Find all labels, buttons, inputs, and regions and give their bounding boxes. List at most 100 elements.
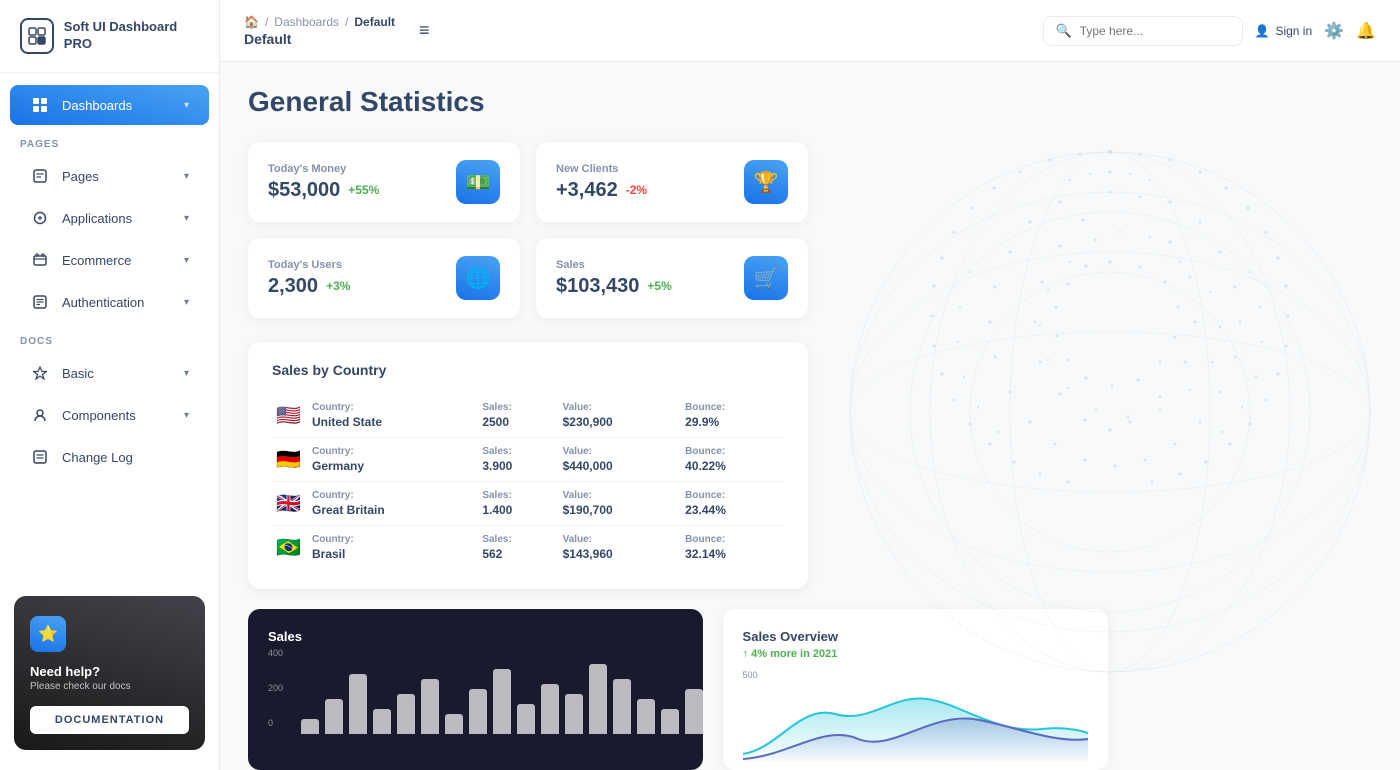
sidebar-logo: Soft UI Dashboard PRO — [0, 0, 219, 73]
menu-toggle-button[interactable]: ≡ — [419, 20, 430, 41]
bar — [613, 679, 631, 734]
stat-icon-sales: 🛒 — [744, 256, 788, 300]
search-icon: 🔍 — [1056, 23, 1072, 39]
chevron-auth-icon: ▾ — [184, 297, 189, 308]
stat-card-users: Today's Users 2,300 +3% 🌐 — [248, 238, 520, 318]
bar — [301, 719, 319, 734]
country-name-cell: Country: Germany — [308, 438, 478, 482]
table-row: 🇧🇷 Country: Brasil Sales: 562 Value: $14… — [272, 526, 784, 570]
stat-label-users: Today's Users — [268, 259, 350, 271]
stat-info-money: Today's Money $53,000 +55% — [268, 163, 379, 202]
country-flag: 🇩🇪 — [272, 438, 308, 482]
sidebar-item-changelog[interactable]: Change Log — [10, 437, 209, 477]
sidebar-item-components[interactable]: Components ▾ — [10, 395, 209, 435]
country-value-cell: Value: $440,000 — [559, 438, 682, 482]
stat-info-clients: New Clients +3,462 -2% — [556, 163, 647, 202]
country-sales-cell: Sales: 2500 — [478, 394, 558, 438]
stat-change-sales: +5% — [647, 279, 671, 293]
dashboards-icon — [30, 95, 50, 115]
stat-change-clients: -2% — [626, 183, 647, 197]
bar — [517, 704, 535, 734]
stats-grid: Today's Money $53,000 +55% 💵 New Clients… — [248, 142, 808, 318]
components-icon — [30, 405, 50, 425]
country-bounce-cell: Bounce: 23.44% — [681, 482, 784, 526]
help-title: Need help? — [30, 664, 189, 679]
sidebar-item-pages[interactable]: Pages ▾ — [10, 156, 209, 196]
sidebar-pages-label: Pages — [62, 169, 99, 184]
sidebar-item-dashboards[interactable]: Dashboards ▾ — [10, 85, 209, 125]
stat-label-sales: Sales — [556, 259, 672, 271]
help-subtitle: Please check our docs — [30, 681, 189, 692]
sidebar-changelog-label: Change Log — [62, 450, 133, 465]
bar — [349, 674, 367, 734]
sales-overview-title: Sales Overview — [743, 629, 1088, 644]
sidebar: Soft UI Dashboard PRO Dashboards ▾ PAGES… — [0, 0, 220, 770]
search-input[interactable] — [1080, 24, 1230, 38]
topbar-right: 🔍 👤 Sign in ⚙️ 🔔 — [1043, 16, 1377, 46]
stat-label-clients: New Clients — [556, 163, 647, 175]
chevron-ecommerce-icon: ▾ — [184, 255, 189, 266]
chevron-applications-icon: ▾ — [184, 213, 189, 224]
sidebar-item-applications[interactable]: Applications ▾ — [10, 198, 209, 238]
breadcrumb-dashboards[interactable]: Dashboards — [274, 15, 339, 29]
chevron-down-icon: ▾ — [184, 100, 189, 111]
sidebar-dashboards-label: Dashboards — [62, 98, 132, 113]
pages-section-label: PAGES — [0, 127, 219, 154]
settings-icon[interactable]: ⚙️ — [1324, 21, 1344, 41]
stat-icon-money: 💵 — [456, 160, 500, 204]
stat-label-money: Today's Money — [268, 163, 379, 175]
bar — [637, 699, 655, 734]
docs-section-label: DOCS — [0, 324, 219, 351]
notifications-icon[interactable]: 🔔 — [1356, 21, 1376, 41]
sales-by-country-title: Sales by Country — [272, 362, 784, 378]
app-name: Soft UI Dashboard PRO — [64, 19, 199, 53]
table-row: 🇺🇸 Country: United State Sales: 2500 Val… — [272, 394, 784, 438]
bar — [445, 714, 463, 734]
home-icon[interactable]: 🏠 — [244, 15, 259, 29]
bar-y-axis: 400 200 0 — [268, 648, 283, 728]
bar — [493, 669, 511, 734]
bar — [325, 699, 343, 734]
country-flag: 🇬🇧 — [272, 482, 308, 526]
country-value-cell: Value: $143,960 — [559, 526, 682, 570]
country-sales-cell: Sales: 1.400 — [478, 482, 558, 526]
chevron-components-icon: ▾ — [184, 410, 189, 421]
bar — [421, 679, 439, 734]
breadcrumb-current: Default — [354, 15, 395, 29]
table-row: 🇬🇧 Country: Great Britain Sales: 1.400 V… — [272, 482, 784, 526]
search-box: 🔍 — [1043, 16, 1243, 46]
bar-chart-title: Sales — [268, 629, 683, 644]
stat-icon-clients: 🏆 — [744, 160, 788, 204]
sidebar-authentication-label: Authentication — [62, 295, 144, 310]
sales-by-country-card: Sales by Country 🇺🇸 Country: United Stat… — [248, 342, 808, 589]
sidebar-applications-label: Applications — [62, 211, 132, 226]
stat-value-money: $53,000 +55% — [268, 179, 379, 202]
sidebar-item-ecommerce[interactable]: Ecommerce ▾ — [10, 240, 209, 280]
changelog-icon — [30, 447, 50, 467]
stat-change-users: +3% — [326, 279, 350, 293]
charts-row: Sales 400 200 0 Sales Overview ↑ 4% more… — [248, 609, 1108, 770]
line-chart: 500 — [743, 670, 1088, 750]
signin-button[interactable]: 👤 Sign in — [1255, 24, 1313, 38]
sidebar-ecommerce-label: Ecommerce — [62, 253, 131, 268]
stat-change-money: +55% — [348, 183, 379, 197]
sales-overview-subtitle: ↑ 4% more in 2021 — [743, 648, 1088, 660]
country-value-cell: Value: $190,700 — [559, 482, 682, 526]
bar-chart-card: Sales 400 200 0 — [248, 609, 703, 770]
bar — [373, 709, 391, 734]
bar — [565, 694, 583, 734]
bar — [685, 689, 703, 734]
stat-value-clients: +3,462 -2% — [556, 179, 647, 202]
bar — [661, 709, 679, 734]
sidebar-nav: Dashboards ▾ PAGES Pages ▾ Applications … — [0, 73, 219, 586]
stat-value-sales: $103,430 +5% — [556, 275, 672, 298]
country-value-cell: Value: $230,900 — [559, 394, 682, 438]
bar — [469, 689, 487, 734]
country-name-cell: Country: United State — [308, 394, 478, 438]
sidebar-basic-label: Basic — [62, 366, 94, 381]
ecommerce-icon — [30, 250, 50, 270]
documentation-button[interactable]: DOCUMENTATION — [30, 706, 189, 734]
sidebar-item-authentication[interactable]: Authentication ▾ — [10, 282, 209, 322]
country-name-cell: Country: Brasil — [308, 526, 478, 570]
sidebar-item-basic[interactable]: Basic ▾ — [10, 353, 209, 393]
